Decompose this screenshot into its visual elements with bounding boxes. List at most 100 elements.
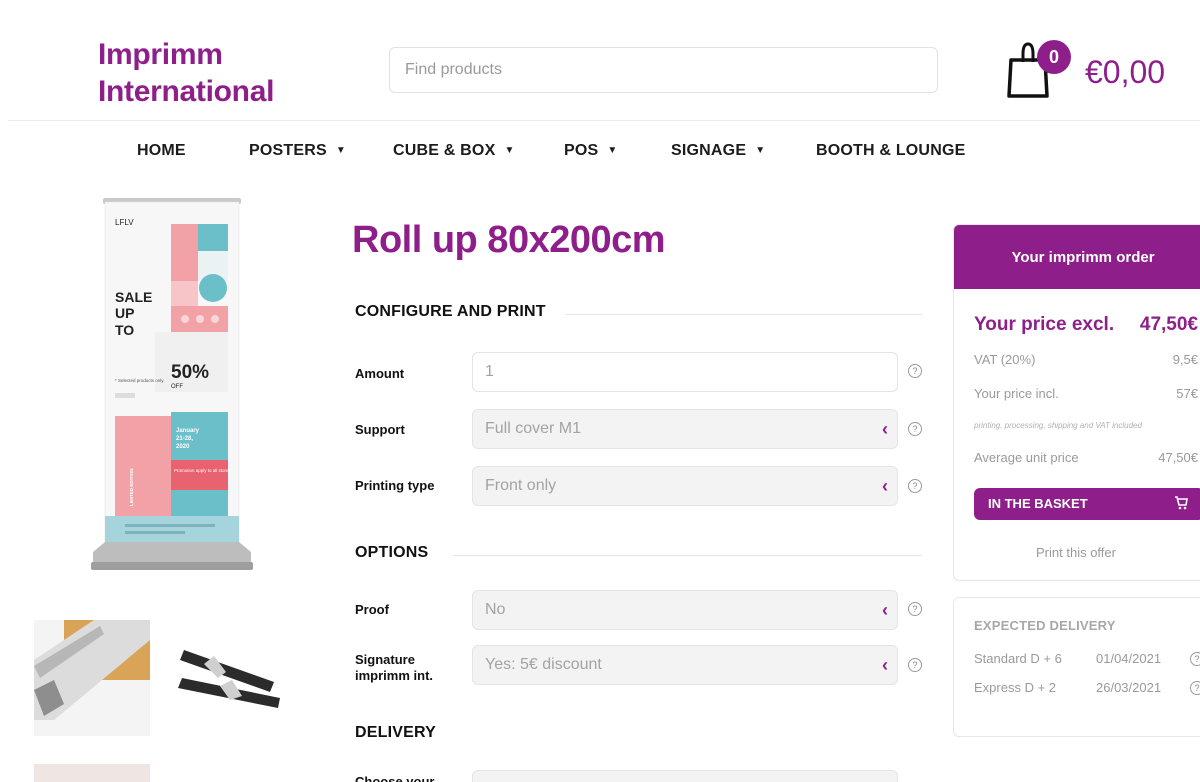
search-input[interactable] bbox=[389, 47, 938, 93]
proof-label: Proof bbox=[355, 602, 389, 617]
caret-down-icon: ▼ bbox=[755, 145, 766, 156]
delivery-express-label: Express D + 2 bbox=[974, 680, 1057, 695]
expected-delivery-box: EXPECTED DELIVERY Standard D + 6 01/04/2… bbox=[953, 597, 1200, 737]
banner-note-text: * Selected products only. bbox=[115, 378, 164, 383]
caret-down-icon: ▼ bbox=[504, 145, 515, 156]
section-divider bbox=[565, 314, 922, 315]
banner-sale-text-3: TO bbox=[115, 322, 134, 338]
avg-price-label: Average unit price bbox=[974, 450, 1079, 465]
basket-button-label: IN THE BASKET bbox=[988, 496, 1088, 511]
nav-booth-lounge[interactable]: BOOTH & LOUNGE bbox=[816, 142, 965, 160]
price-note: printing, processing, shipping and VAT i… bbox=[974, 421, 1142, 430]
vat-label: VAT (20%) bbox=[974, 352, 1036, 367]
help-icon[interactable]: ? bbox=[1190, 652, 1200, 666]
banner-sale-text-2: UP bbox=[115, 305, 134, 321]
vat-row: VAT (20%) 9,5€ bbox=[974, 352, 1198, 367]
choose-label: Choose your bbox=[355, 774, 435, 782]
order-title: Your imprimm order bbox=[954, 225, 1200, 289]
avg-price-value: 47,50€ bbox=[1158, 450, 1198, 465]
nav-pos-label: POS bbox=[564, 142, 599, 159]
delivery-standard-label: Standard D + 6 bbox=[974, 651, 1062, 666]
chevron-left-icon: ‹ bbox=[882, 419, 888, 439]
nav-pos[interactable]: POS ▼ bbox=[564, 142, 618, 160]
amount-label: Amount bbox=[355, 366, 405, 381]
support-value: Full cover M1 bbox=[485, 420, 582, 437]
nav-signage-label: SIGNAGE bbox=[671, 142, 747, 159]
printing-type-select[interactable]: Front only ‹ bbox=[472, 466, 898, 506]
section-divider bbox=[453, 555, 922, 556]
printing-type-value: Front only bbox=[485, 477, 557, 494]
nav-posters[interactable]: POSTERS ▼ bbox=[249, 142, 346, 160]
signature-label: Signature imprimm int. bbox=[355, 652, 433, 684]
product-image[interactable]: LFLV SALE UP TO 50% OFF * Selected produ… bbox=[85, 188, 260, 580]
nav-home[interactable]: HOME bbox=[137, 142, 186, 160]
cart-count-badge: 0 bbox=[1037, 40, 1071, 74]
logo-line-2: International bbox=[98, 75, 275, 108]
support-select[interactable]: Full cover M1 ‹ bbox=[472, 409, 898, 449]
signature-select[interactable]: Yes: 5€ discount ‹ bbox=[472, 645, 898, 685]
banner-date-text-3: 2020 bbox=[176, 444, 190, 450]
thumbnail-base[interactable] bbox=[34, 620, 150, 736]
add-to-basket-button[interactable]: IN THE BASKET bbox=[974, 488, 1200, 520]
banner-date-text-2: 21-28, bbox=[176, 436, 193, 442]
delivery-title: EXPECTED DELIVERY bbox=[974, 618, 1116, 633]
banner-date-text-1: January bbox=[176, 428, 200, 434]
printing-type-label: Printing type bbox=[355, 478, 435, 493]
nav-signage[interactable]: SIGNAGE ▼ bbox=[671, 142, 765, 160]
section-options: OPTIONS bbox=[355, 544, 429, 561]
price-excl-value: 47,50€ bbox=[1139, 314, 1198, 335]
help-icon[interactable]: ? bbox=[908, 479, 922, 493]
proof-value: No bbox=[485, 601, 506, 618]
proof-select[interactable]: No ‹ bbox=[472, 590, 898, 630]
help-icon[interactable]: ? bbox=[908, 422, 922, 436]
nav-booth-lounge-label: BOOTH & LOUNGE bbox=[816, 142, 966, 159]
banner-off-text: OFF bbox=[171, 384, 183, 390]
signature-value: Yes: 5€ discount bbox=[485, 656, 602, 673]
header-divider bbox=[8, 120, 1200, 121]
help-icon[interactable]: ? bbox=[908, 602, 922, 616]
chevron-left-icon: ‹ bbox=[882, 600, 888, 620]
chevron-left-icon: ‹ bbox=[882, 655, 888, 675]
amount-field[interactable]: 1 bbox=[472, 352, 898, 392]
price-incl-label: Your price incl. bbox=[974, 386, 1059, 401]
amount-value: 1 bbox=[485, 363, 494, 380]
caret-down-icon: ▼ bbox=[607, 145, 618, 156]
help-icon[interactable]: ? bbox=[1190, 681, 1200, 695]
signature-label-line-2: imprimm int. bbox=[355, 668, 434, 683]
thumbnail-3[interactable] bbox=[34, 764, 150, 782]
nav-cube-box[interactable]: CUBE & BOX ▼ bbox=[393, 142, 515, 160]
price-excl-row: Your price excl. 47,50€ bbox=[974, 314, 1198, 336]
delivery-row-standard: Standard D + 6 01/04/2021 ? bbox=[974, 651, 1200, 666]
logo[interactable]: Imprimm International bbox=[98, 36, 274, 110]
avg-price-row: Average unit price 47,50€ bbox=[974, 450, 1198, 465]
nav-posters-label: POSTERS bbox=[249, 142, 327, 159]
banner-sale-text-1: SALE bbox=[115, 289, 152, 305]
help-icon[interactable]: ? bbox=[908, 364, 922, 378]
delivery-select[interactable] bbox=[472, 770, 898, 782]
delivery-standard-date: 01/04/2021 bbox=[1096, 651, 1162, 666]
banner-limited-text: LIMITED EDITION bbox=[129, 469, 134, 507]
caret-down-icon: ▼ bbox=[335, 145, 346, 156]
banner-promo-text: Promotion apply to all store. bbox=[174, 468, 230, 473]
banner-brand-text: LFLV bbox=[115, 218, 134, 227]
nav-home-label: HOME bbox=[137, 142, 186, 159]
section-configure: CONFIGURE AND PRINT bbox=[355, 303, 546, 320]
vat-value: 9,5€ bbox=[1172, 352, 1198, 367]
support-label: Support bbox=[355, 422, 405, 437]
product-title: Roll up 80x200cm bbox=[352, 219, 666, 261]
order-summary: Your imprimm order Your price excl. 47,5… bbox=[953, 224, 1200, 581]
cart-total[interactable]: €0,00 bbox=[1085, 54, 1165, 91]
nav-cube-box-label: CUBE & BOX bbox=[393, 142, 496, 159]
section-delivery: DELIVERY bbox=[355, 724, 437, 741]
thumbnail-bags[interactable] bbox=[174, 620, 290, 736]
delivery-row-express: Express D + 2 26/03/2021 ? bbox=[974, 680, 1200, 695]
delivery-express-date: 26/03/2021 bbox=[1096, 680, 1162, 695]
banner-percent-text: 50% bbox=[171, 362, 209, 383]
help-icon[interactable]: ? bbox=[908, 658, 922, 672]
logo-line-1: Imprimm bbox=[98, 38, 223, 71]
price-incl-value: 57€ bbox=[1176, 386, 1198, 401]
price-incl-row: Your price incl. 57€ bbox=[974, 386, 1198, 401]
chevron-left-icon: ‹ bbox=[882, 476, 888, 496]
price-excl-label: Your price excl. bbox=[974, 314, 1115, 335]
print-offer-link[interactable]: Print this offer bbox=[954, 545, 1198, 560]
